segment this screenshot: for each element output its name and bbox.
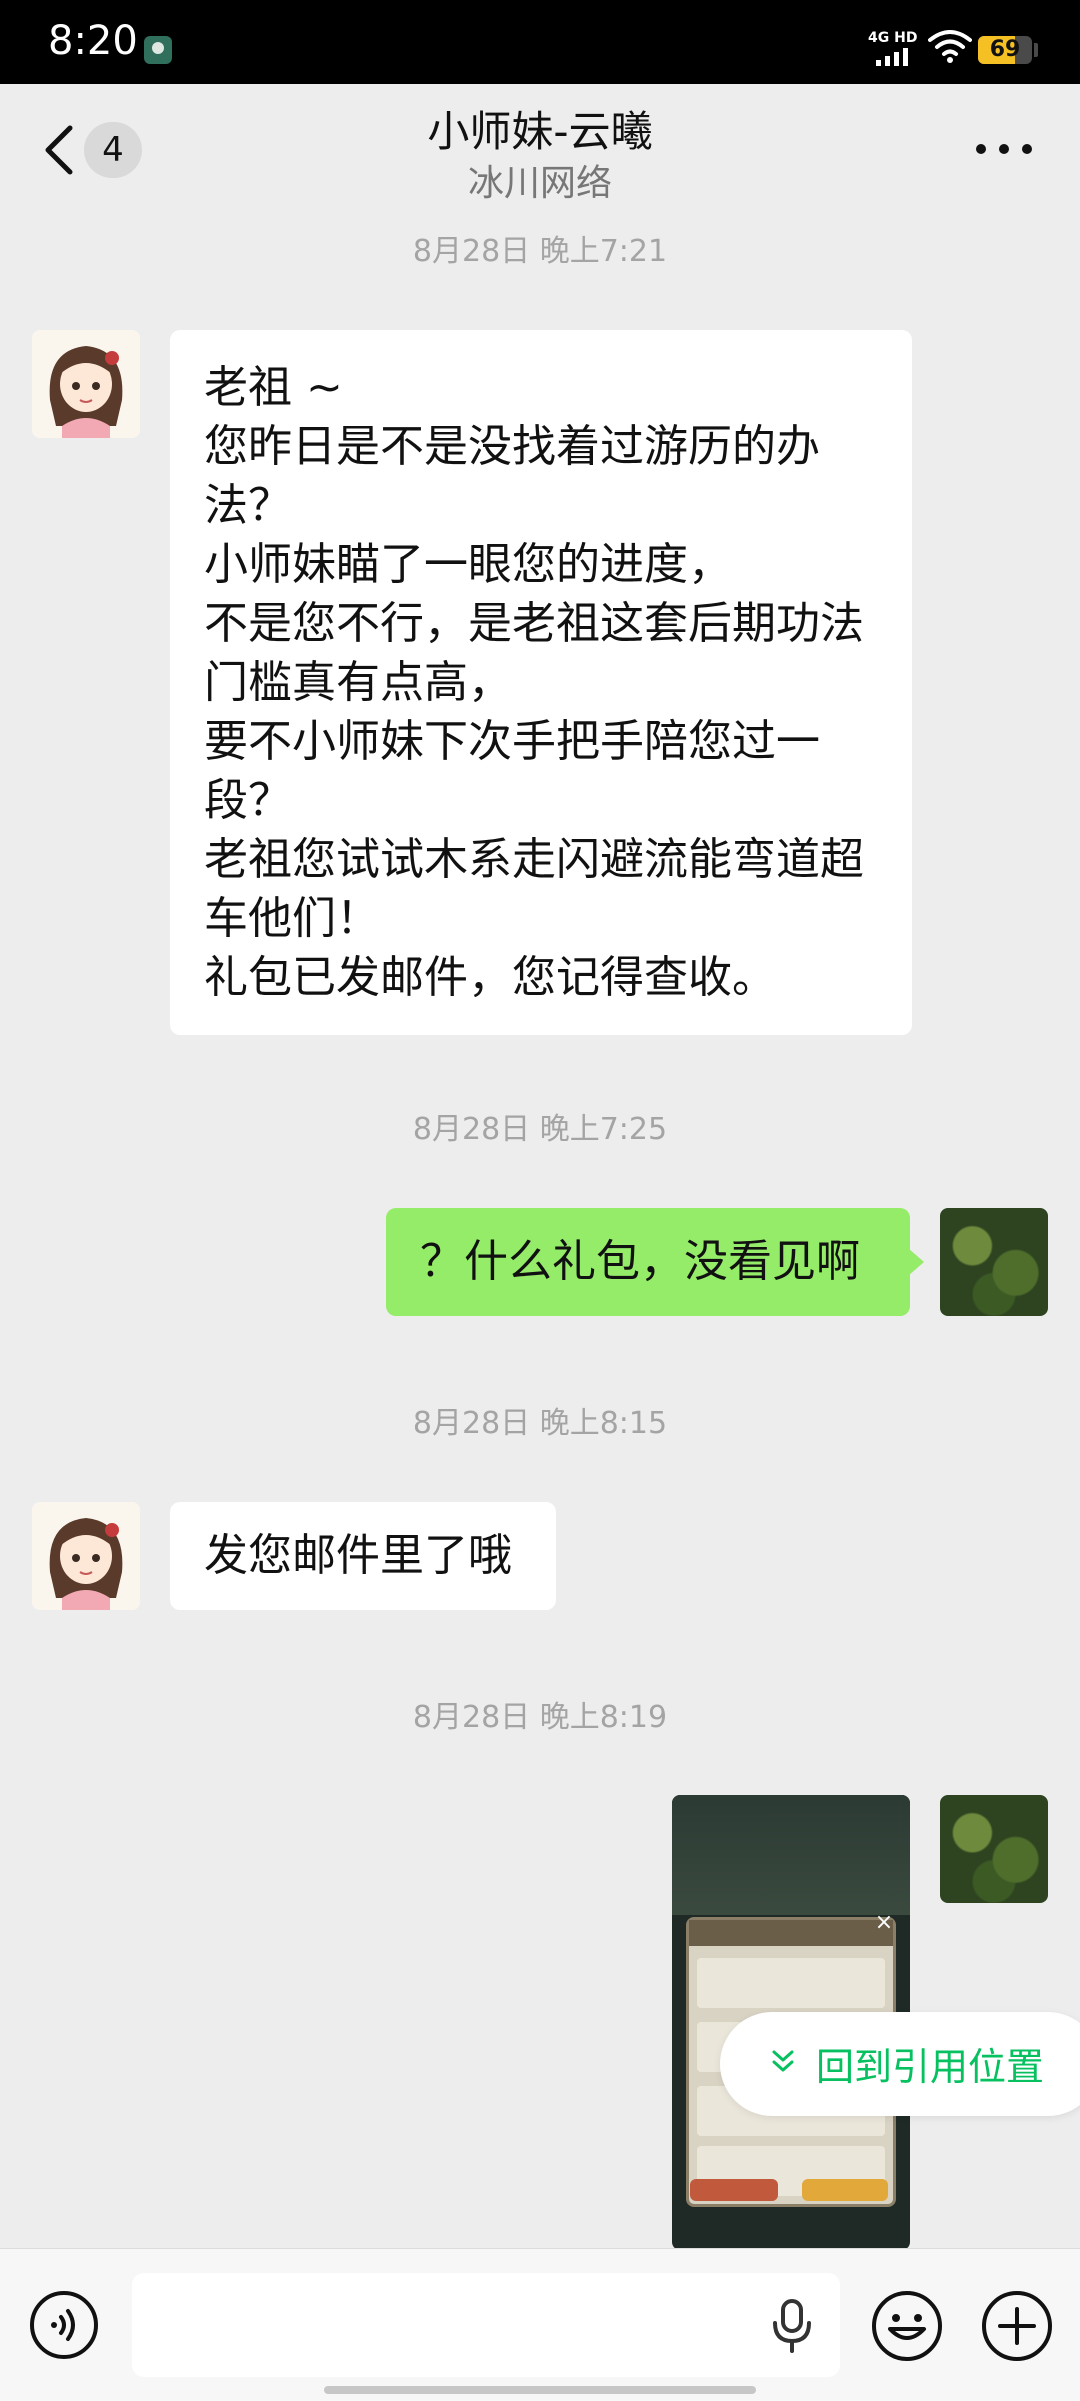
status-time: 8:20 xyxy=(48,18,138,64)
timestamp: 8月28日 晚上8:19 xyxy=(412,1700,668,1735)
message-text: 发您邮件里了哦 xyxy=(204,1530,512,1581)
mail-panel-header xyxy=(689,1920,893,1946)
message-line: 要不小师妹下次手把手陪您过一 xyxy=(204,716,820,767)
contact-message-bubble[interactable]: 老祖 ~ 您昨日是不是没找着过游历的办 法？ 小师妹瞄了一眼您的进度， 不是您不… xyxy=(170,330,912,1035)
message-line: 老祖您试试木系走闪避流能弯道超 xyxy=(204,834,864,885)
contact-message-bubble[interactable]: 发您邮件里了哦 xyxy=(170,1502,556,1610)
game-button-red xyxy=(690,2179,778,2201)
mail-row xyxy=(697,1958,885,2008)
my-avatar[interactable] xyxy=(940,1795,1048,1903)
message-line: 门槛真有点高， xyxy=(204,657,512,708)
emoji-icon[interactable] xyxy=(870,2289,944,2363)
message-line: 小师妹瞄了一眼您的进度， xyxy=(204,539,732,590)
home-indicator[interactable] xyxy=(324,2386,756,2394)
chat-header: 4 小师妹-云曦 冰川网络 xyxy=(0,84,1080,214)
status-bar: 8:20 4G HD 69 xyxy=(0,0,1080,84)
message-input[interactable] xyxy=(132,2273,840,2377)
plus-icon[interactable] xyxy=(980,2289,1054,2363)
jump-to-quote-label: 回到引用位置 xyxy=(816,2045,1045,2089)
double-chevron-down-icon xyxy=(772,2050,794,2072)
message-line: 段？ xyxy=(204,775,292,826)
message-line: 礼包已发邮件，您记得查收。 xyxy=(204,952,776,1003)
my-message-bubble[interactable]: ？什么礼包，没看见啊 xyxy=(386,1208,924,1316)
message-line: 法？ xyxy=(204,480,292,531)
chat-title: 小师妹-云曦 xyxy=(427,107,653,156)
battery-tip xyxy=(1034,43,1038,57)
message-line: 您昨日是不是没找着过游历的办 xyxy=(204,421,820,472)
voice-icon[interactable] xyxy=(28,2289,100,2361)
message-line: 车他们！ xyxy=(204,893,380,944)
more-dots-icon[interactable] xyxy=(976,144,1032,160)
network-label: 4G HD xyxy=(868,30,918,46)
message-text: ？什么礼包，没看见啊 xyxy=(420,1236,860,1287)
timestamp: 8月28日 晚上7:21 xyxy=(412,234,668,269)
timestamp: 8月28日 晚上8:15 xyxy=(412,1406,668,1441)
wifi-icon xyxy=(928,30,972,63)
contact-avatar[interactable] xyxy=(32,330,140,438)
app-notification-icon xyxy=(144,36,172,64)
signal-icon: 4G HD xyxy=(868,30,924,66)
timestamp: 8月28日 晚上7:25 xyxy=(412,1112,668,1147)
game-button-gold xyxy=(802,2179,888,2201)
girl-avatar-icon xyxy=(32,1502,140,1610)
message-line: 老祖 ~ xyxy=(204,362,343,413)
girl-avatar-icon xyxy=(32,330,140,438)
jump-to-quote-button[interactable]: 回到引用位置 xyxy=(720,2012,1080,2116)
battery-icon: 69 xyxy=(978,36,1032,64)
close-icon: × xyxy=(874,1910,894,1935)
game-background xyxy=(672,1795,910,1915)
microphone-icon[interactable] xyxy=(770,2299,814,2353)
my-avatar[interactable] xyxy=(940,1208,1048,1316)
chat-subtitle: 冰川网络 xyxy=(467,163,612,204)
input-bar xyxy=(0,2248,1080,2401)
contact-avatar[interactable] xyxy=(32,1502,140,1610)
message-line: 不是您不行，是老祖这套后期功法 xyxy=(204,598,864,649)
battery-level: 69 xyxy=(989,37,1021,62)
